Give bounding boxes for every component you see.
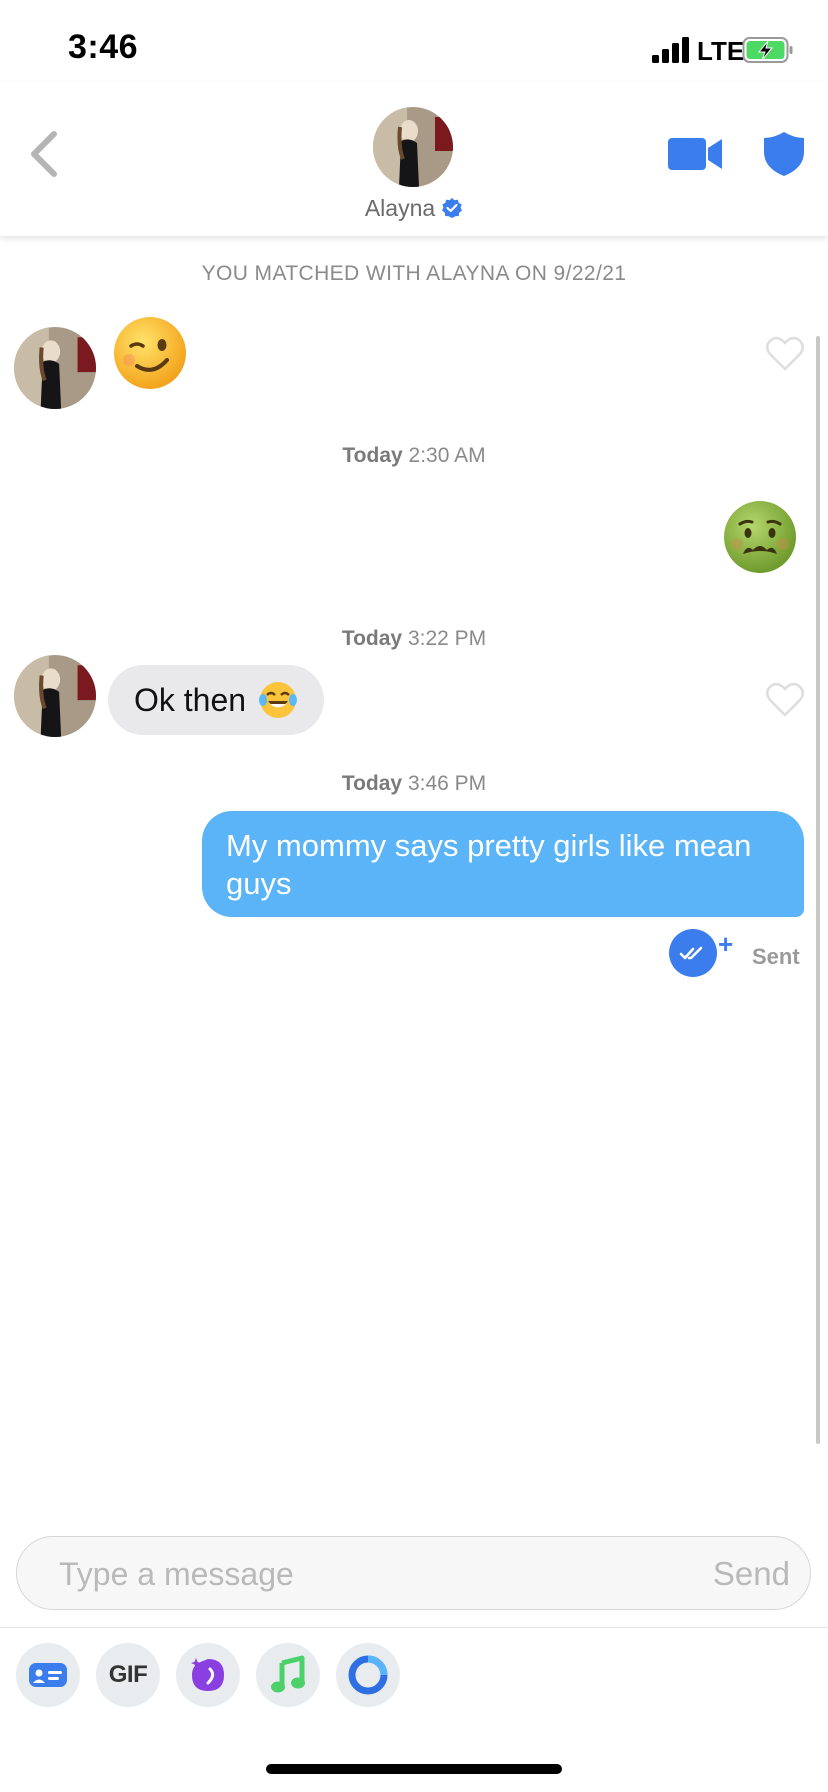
divider (0, 1627, 828, 1628)
outgoing-message-bubble[interactable]: My mommy says pretty girls like mean guy… (202, 811, 804, 917)
contact-card-button[interactable] (16, 1643, 80, 1707)
like-heart-icon[interactable] (765, 336, 805, 372)
send-button[interactable]: Send (713, 1555, 790, 1593)
verified-badge-icon (442, 198, 463, 218)
video-call-icon[interactable] (668, 134, 724, 174)
match-name[interactable]: Alayna (0, 195, 828, 222)
gif-button[interactable]: GIF (96, 1643, 160, 1707)
sticker-button[interactable] (176, 1643, 240, 1707)
timestamp: Today 2:30 AM (342, 444, 486, 467)
back-chevron-icon[interactable] (26, 128, 62, 180)
message-text: Ok then (134, 681, 247, 718)
network-type: LTE (697, 36, 745, 66)
incoming-message-bubble[interactable]: Ok then (108, 665, 325, 735)
profile-avatar[interactable] (373, 107, 453, 187)
message-composer: Send (16, 1536, 811, 1611)
status-time: 3:46 (68, 28, 139, 66)
battery-charging-icon (742, 37, 793, 63)
contact-card-icon (29, 1663, 67, 1687)
winking-face-emoji-icon (114, 317, 186, 389)
music-button[interactable] (256, 1643, 320, 1707)
sent-status: Sent (752, 944, 800, 969)
message-input[interactable] (57, 1537, 681, 1611)
timestamp: Today 3:46 PM (341, 772, 487, 795)
read-receipt-plus[interactable]: + (718, 929, 733, 960)
tears-of-joy-emoji-icon (259, 682, 298, 718)
like-heart-icon[interactable] (765, 682, 805, 718)
match-notice: YOU MATCHED WITH ALAYNA ON 9/22/21 (201, 262, 627, 285)
sender-avatar[interactable] (14, 655, 96, 737)
ring-icon (348, 1655, 388, 1695)
gif-icon: GIF (108, 1661, 148, 1688)
timestamp: Today 3:22 PM (341, 627, 487, 650)
home-indicator[interactable] (266, 1764, 562, 1774)
safety-shield-icon[interactable] (762, 130, 806, 178)
music-note-icon (271, 1655, 305, 1693)
ring-button[interactable] (336, 1643, 400, 1707)
signal-icon (652, 37, 689, 63)
sparkle-sticker-icon (191, 1658, 224, 1691)
match-name-text: Alayna (364, 195, 436, 221)
read-receipt-icon[interactable] (669, 929, 717, 977)
scrollbar[interactable] (816, 336, 820, 1444)
nauseated-face-emoji-icon (724, 501, 796, 573)
sender-avatar[interactable] (14, 327, 96, 409)
